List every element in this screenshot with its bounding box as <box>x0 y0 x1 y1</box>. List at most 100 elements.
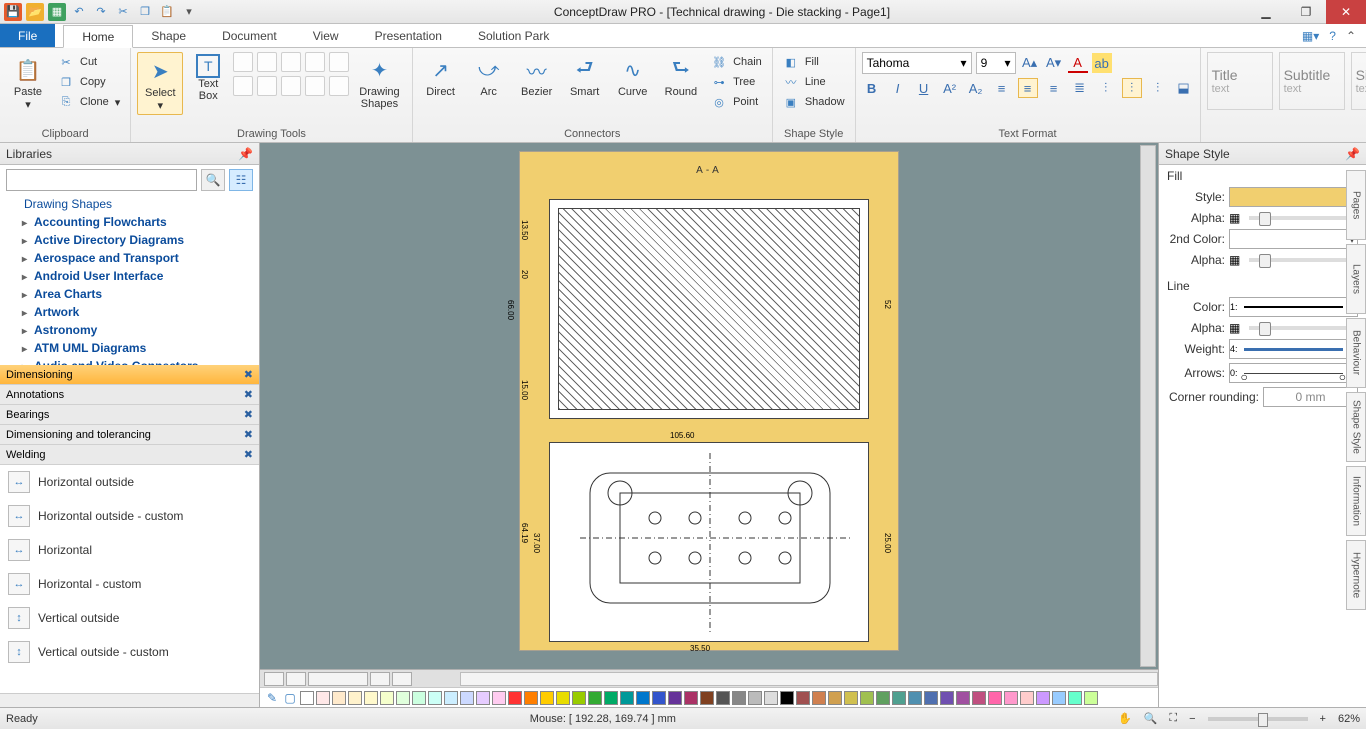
second-color-dropdown[interactable]: ▾ <box>1229 229 1358 249</box>
tab-file[interactable]: File <box>0 24 55 47</box>
new-icon[interactable]: ▦ <box>48 3 66 21</box>
color-swatch[interactable] <box>460 691 474 705</box>
line-weight-dropdown[interactable]: 4:▾ <box>1229 339 1358 359</box>
valign-middle-button[interactable]: ⫶ <box>1122 78 1142 98</box>
align-just-button[interactable]: ≣ <box>1070 78 1090 98</box>
color-swatch[interactable] <box>716 691 730 705</box>
search-button[interactable]: 🔍 <box>201 169 225 191</box>
italic-button[interactable]: I <box>888 78 908 98</box>
shape-cell[interactable] <box>305 76 325 96</box>
tab-presentation[interactable]: Presentation <box>357 24 460 47</box>
color-swatch[interactable] <box>1004 691 1018 705</box>
pin-icon[interactable]: 📌 <box>1345 147 1360 161</box>
color-swatch[interactable] <box>828 691 842 705</box>
color-swatch[interactable] <box>732 691 746 705</box>
zoom-in-button[interactable]: + <box>1320 713 1326 725</box>
color-swatch[interactable] <box>556 691 570 705</box>
color-swatch[interactable] <box>908 691 922 705</box>
color-swatch[interactable] <box>604 691 618 705</box>
color-swatch[interactable] <box>412 691 426 705</box>
fill-style-dropdown[interactable]: ▾ <box>1229 187 1358 207</box>
preset-title[interactable]: Titletext <box>1207 52 1273 110</box>
align-center-button[interactable]: ≡ <box>1018 78 1038 98</box>
minimize-button[interactable] <box>1246 0 1286 24</box>
open-icon[interactable]: 📂 <box>26 3 44 21</box>
close-icon[interactable]: ✖ <box>244 428 253 441</box>
side-tab-shape-style[interactable]: Shape Style <box>1346 392 1366 462</box>
lib-row[interactable]: Dimensioning and tolerancing✖ <box>0 425 259 445</box>
shape-item[interactable]: ↕Vertical outside <box>0 601 259 635</box>
shape-cell[interactable] <box>233 76 253 96</box>
tab-home[interactable]: Home <box>63 25 133 48</box>
color-swatch[interactable] <box>636 691 650 705</box>
undo-icon[interactable]: ↶ <box>70 3 88 21</box>
side-tab-pages[interactable]: Pages <box>1346 170 1366 240</box>
color-swatch[interactable] <box>380 691 394 705</box>
tree-item[interactable]: Artwork <box>6 303 253 321</box>
qat-dropdown-icon[interactable]: ▾ <box>180 3 198 21</box>
color-swatch[interactable] <box>844 691 858 705</box>
font-color-button[interactable]: A <box>1068 53 1088 73</box>
color-swatch[interactable] <box>972 691 986 705</box>
color-swatch[interactable] <box>668 691 682 705</box>
close-icon[interactable]: ✖ <box>244 408 253 421</box>
maximize-button[interactable] <box>1286 0 1326 24</box>
page-nav-next[interactable] <box>370 672 390 686</box>
align-right-button[interactable]: ≡ <box>1044 78 1064 98</box>
shape-item[interactable]: ↔Horizontal outside <box>0 465 259 499</box>
left-hscroll[interactable] <box>0 693 259 707</box>
color-swatch[interactable] <box>476 691 490 705</box>
save-icon[interactable]: 💾 <box>4 3 22 21</box>
color-swatch[interactable] <box>940 691 954 705</box>
color-swatch[interactable] <box>428 691 442 705</box>
valign-bottom-button[interactable]: ⫶ <box>1148 78 1168 98</box>
color-swatch[interactable] <box>860 691 874 705</box>
color-swatch[interactable] <box>1036 691 1050 705</box>
vscrollbar[interactable] <box>1140 145 1156 667</box>
copy-icon[interactable]: ❐ <box>136 3 154 21</box>
color-swatch[interactable] <box>508 691 522 705</box>
shadow-button[interactable]: ▣Shadow <box>779 92 849 112</box>
close-icon[interactable]: ✖ <box>244 388 253 401</box>
tab-view[interactable]: View <box>295 24 357 47</box>
tree-item[interactable]: Android User Interface <box>6 267 253 285</box>
side-tab-layers[interactable]: Layers <box>1346 244 1366 314</box>
alpha2-slider[interactable] <box>1249 258 1358 262</box>
shape-cell[interactable] <box>305 52 325 72</box>
close-button[interactable] <box>1326 0 1366 24</box>
shape-item[interactable]: ↔Horizontal - custom <box>0 567 259 601</box>
color-swatch[interactable] <box>1052 691 1066 705</box>
text-box-button[interactable]: T Text Box <box>187 52 229 104</box>
page-nav-dropdown[interactable] <box>308 672 368 686</box>
font-select[interactable]: Tahoma▾ <box>862 52 972 74</box>
color-swatch[interactable] <box>988 691 1002 705</box>
connector-smart[interactable]: ⮐Smart <box>563 52 607 100</box>
valign-top-button[interactable]: ⫶ <box>1096 78 1116 98</box>
expand-icon[interactable]: ⌃ <box>1346 29 1356 43</box>
shape-item[interactable]: ↔Horizontal <box>0 533 259 567</box>
help-icon[interactable]: ? <box>1329 29 1336 43</box>
side-tab-hypernote[interactable]: Hypernote <box>1346 540 1366 610</box>
close-icon[interactable]: ✖ <box>244 448 253 461</box>
color-swatch[interactable] <box>316 691 330 705</box>
color-swatch[interactable] <box>748 691 762 705</box>
zoom-area-icon[interactable]: 🔍 <box>1144 712 1158 725</box>
select-tool-button[interactable]: ➤ Select ▾ <box>137 52 183 115</box>
page-nav-first[interactable] <box>264 672 284 686</box>
connector-arc[interactable]: ⤻Arc <box>467 52 511 100</box>
text-orient-button[interactable]: ⬓ <box>1174 78 1194 98</box>
lib-row[interactable]: Annotations✖ <box>0 385 259 405</box>
connector-round[interactable]: ⮑Round <box>659 52 703 100</box>
shape-cell[interactable] <box>257 52 277 72</box>
color-swatch[interactable] <box>1084 691 1098 705</box>
bold-button[interactable]: B <box>862 78 882 98</box>
shape-cell[interactable] <box>233 52 253 72</box>
color-swatch[interactable] <box>300 691 314 705</box>
no-fill-icon[interactable]: ▢ <box>282 690 298 706</box>
size-select[interactable]: 9▾ <box>976 52 1016 74</box>
lib-row[interactable]: Bearings✖ <box>0 405 259 425</box>
pan-icon[interactable]: ✋ <box>1118 712 1132 725</box>
connector-bezier[interactable]: 〰Bezier <box>515 52 559 100</box>
subscript-button[interactable]: A₂ <box>966 78 986 98</box>
shape-cell[interactable] <box>281 76 301 96</box>
